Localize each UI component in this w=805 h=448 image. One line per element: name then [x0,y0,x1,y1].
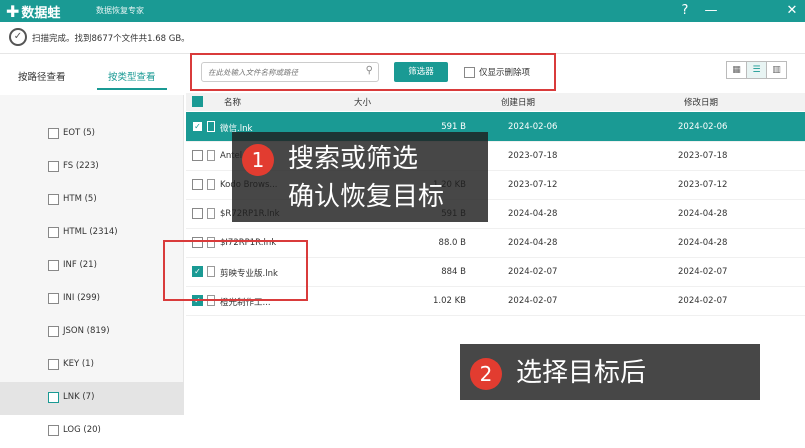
file-type-checkbox[interactable] [48,194,59,205]
select-all-checkbox[interactable] [192,96,203,107]
file-icon [207,208,215,219]
file-type-checkbox[interactable] [48,392,59,403]
created-date: 2023-07-12 [508,180,558,190]
file-type-item[interactable]: LNK (7) [0,382,184,415]
logo-plus-icon: ✚ [6,2,20,21]
table-header: 名称 大小 创建日期 修改日期 [186,93,805,111]
callout-step-2: 2 选择目标后 [460,344,760,400]
only-deleted-checkbox[interactable] [464,66,475,78]
row-checkbox[interactable] [192,179,203,190]
file-size: 88.0 B [438,238,466,248]
check-circle-icon: ✓ [9,28,27,46]
modified-date: 2024-02-07 [678,267,728,277]
scan-status-text: 扫描完成。找到8677个文件共1.68 GB。 [32,34,190,44]
scan-status-bar: ✓ 扫描完成。找到8677个文件共1.68 GB。 [0,22,805,54]
file-type-item[interactable]: INF (21) [0,250,184,283]
col-created-header[interactable]: 创建日期 [501,96,535,108]
view-mode-switch: ▦ ☰ ▥ [726,61,787,79]
modified-date: 2024-02-06 [678,122,728,132]
tab-by-type[interactable]: 按类型查看 [108,69,156,83]
file-type-checkbox[interactable] [48,425,59,436]
file-type-item[interactable]: HTML (2314) [0,217,184,250]
file-type-label: KEY (1) [63,359,94,369]
modified-date: 2023-07-12 [678,180,728,190]
file-type-checkbox[interactable] [48,359,59,370]
file-type-label: EOT (5) [63,128,95,138]
file-type-checkbox[interactable] [48,227,59,238]
col-modified-header[interactable]: 修改日期 [684,96,718,108]
file-type-label: INI (299) [63,293,100,303]
file-type-checkbox[interactable] [48,293,59,304]
file-type-item[interactable]: KEY (1) [0,349,184,382]
created-date: 2024-02-07 [508,296,558,306]
file-type-checkbox[interactable] [48,260,59,271]
file-type-label: INF (21) [63,260,97,270]
row-checkbox[interactable]: ✓ [192,121,203,132]
step-1-line2: 确认恢复目标 [288,182,445,212]
step-1-line1: 搜索或筛选 [288,144,419,174]
file-size: 1.02 KB [432,296,466,306]
file-type-label: LOG (20) [63,425,101,435]
search-input[interactable] [208,66,358,79]
file-type-item[interactable]: INI (299) [0,283,184,316]
search-icon[interactable]: ⚲ [366,65,373,76]
only-deleted-label: 仅显示删除项 [479,68,531,78]
file-type-item[interactable]: JSON (819) [0,316,184,349]
file-type-checkbox[interactable] [48,326,59,337]
file-type-item[interactable]: FS (223) [0,151,184,184]
callout-step-1: 1 搜索或筛选 确认恢复目标 [232,132,488,222]
close-icon[interactable]: ✕ [781,0,803,22]
modified-date: 2024-02-07 [678,296,728,306]
file-type-label: FS (223) [63,161,99,171]
minimize-icon[interactable]: — [700,0,722,22]
file-type-item[interactable]: LOG (20) [0,415,184,448]
app-subtitle: 数据恢复专家 [96,6,144,15]
search-box[interactable]: ⚲ [201,62,379,82]
file-size: 591 B [441,122,466,132]
row-checkbox[interactable] [192,150,203,161]
file-size: 884 B [441,267,466,277]
logo-text: 数据蛙 [21,6,61,21]
col-name-header[interactable]: 名称 [224,96,241,108]
created-date: 2024-04-28 [508,238,558,248]
file-icon [207,179,215,190]
file-icon [207,150,215,161]
app-logo: ✚ 数据蛙 [6,2,60,21]
created-date: 2023-07-18 [508,151,558,161]
created-date: 2024-02-07 [508,267,558,277]
grid-view-icon[interactable]: ▦ [726,61,747,79]
modified-date: 2024-04-28 [678,209,728,219]
detail-view-icon[interactable]: ▥ [766,61,787,79]
col-size-header[interactable]: 大小 [354,96,371,108]
file-type-item[interactable]: EOT (5) [0,118,184,151]
view-tabs: 按路径查看 按类型查看 [0,55,184,95]
only-deleted-toggle[interactable]: 仅显示删除项 [464,66,530,78]
active-tab-indicator [97,88,167,90]
created-date: 2024-02-06 [508,122,558,132]
filter-button[interactable]: 筛选器 [394,62,448,82]
tab-by-path[interactable]: 按路径查看 [18,69,66,83]
file-type-checkbox[interactable] [48,161,59,172]
file-type-checkbox[interactable] [48,128,59,139]
checked-rows-highlight [163,240,308,301]
file-type-label: HTM (5) [63,194,97,204]
file-type-label: JSON (819) [63,326,110,336]
step-2-line1: 选择目标后 [516,358,647,388]
file-type-label: LNK (7) [63,392,95,402]
step-1-badge: 1 [242,144,274,176]
modified-date: 2023-07-18 [678,151,728,161]
title-bar: ✚ 数据蛙 数据恢复专家 ? — ✕ [0,0,805,22]
modified-date: 2024-04-28 [678,238,728,248]
step-2-badge: 2 [470,358,502,390]
created-date: 2024-04-28 [508,209,558,219]
file-type-label: HTML (2314) [63,227,118,237]
file-type-item[interactable]: HTM (5) [0,184,184,217]
help-icon[interactable]: ? [674,0,696,22]
file-icon [207,121,215,132]
row-checkbox[interactable] [192,208,203,219]
list-view-icon[interactable]: ☰ [746,61,767,79]
